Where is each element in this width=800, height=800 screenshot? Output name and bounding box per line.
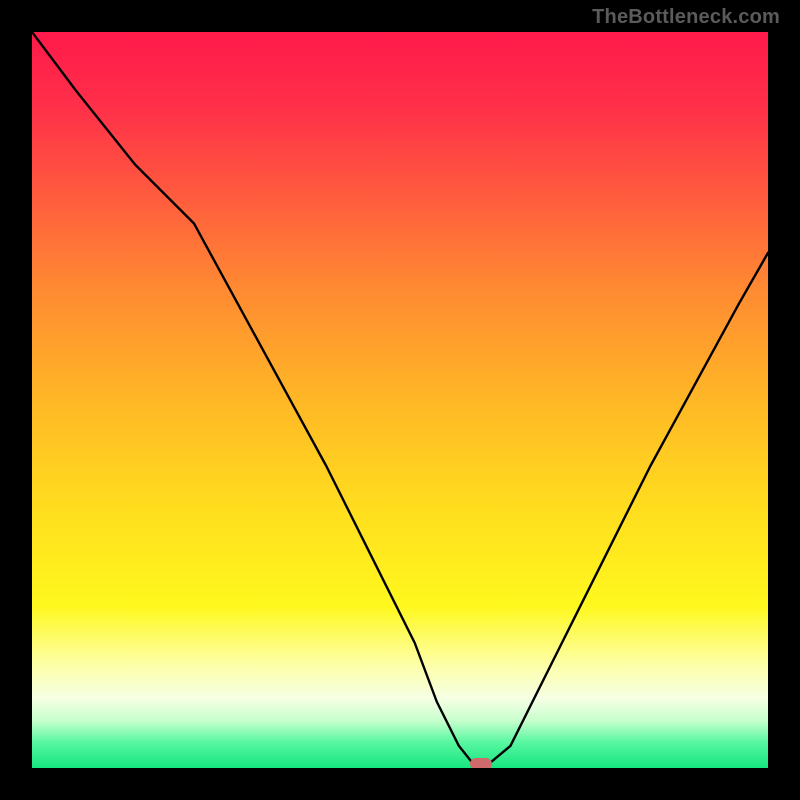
watermark-text: TheBottleneck.com: [592, 6, 780, 29]
plot-area: [32, 32, 768, 768]
bottleneck-curve: [32, 32, 768, 768]
chart-frame: TheBottleneck.com: [0, 0, 800, 800]
optimal-marker: [470, 758, 492, 768]
